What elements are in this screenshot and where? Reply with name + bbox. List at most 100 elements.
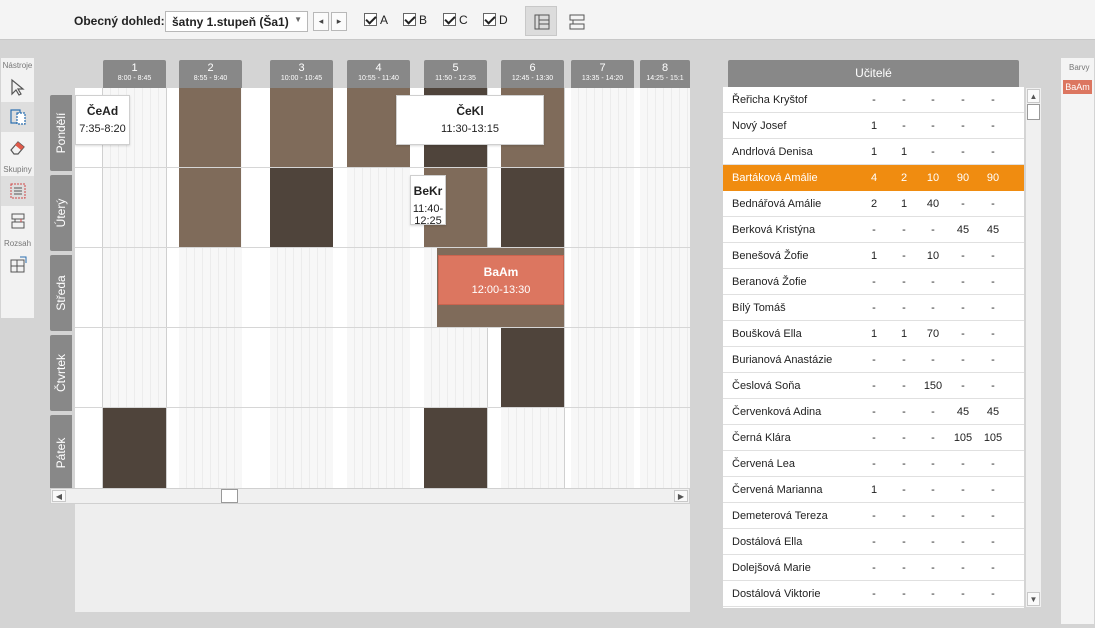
- teacher-value: -: [872, 510, 876, 522]
- teacher-card-selected[interactable]: BaAm 12:00-13:30: [438, 255, 564, 305]
- teachers-list[interactable]: Řeřicha Kryštof - - - - - Nový Josef 1 - - - - Andrl…: [723, 87, 1024, 608]
- period-header-7[interactable]: 7 13:35 - 14:20: [571, 60, 634, 88]
- period-time: 10:55 - 11:40: [358, 75, 399, 82]
- teacher-row[interactable]: Benešová Žofie 1-10- -: [723, 243, 1024, 269]
- teacher-value: -: [961, 328, 965, 340]
- group-select-button[interactable]: [1, 176, 34, 206]
- supervision-block[interactable]: [270, 88, 333, 167]
- day-header-tuesday[interactable]: Úterý: [50, 175, 72, 251]
- period-time: 14:25 - 15:1: [646, 75, 684, 82]
- teacher-name: Burianová Anastázie: [732, 354, 833, 366]
- teacher-value: -: [931, 536, 935, 548]
- chevron-down-icon: ▼: [294, 15, 302, 24]
- period-header-8[interactable]: 8 14:25 - 15:1: [640, 60, 690, 88]
- teacher-row[interactable]: Dolejšová Marie - - - - -: [723, 555, 1024, 581]
- scroll-thumb[interactable]: [1027, 104, 1040, 120]
- period-header-1[interactable]: 1 8:00 - 8:45: [103, 60, 166, 88]
- teacher-value: -: [991, 562, 995, 574]
- teacher-row[interactable]: Česlová Soňa - -150- -: [723, 373, 1024, 399]
- select-tool-button[interactable]: [1, 72, 34, 102]
- range-tool-button[interactable]: [1, 250, 34, 280]
- supervision-block[interactable]: [179, 88, 241, 167]
- timetable: 1 8:00 - 8:45 2 8:55 - 9:40 3 10:00 - 10:45…: [50, 60, 690, 612]
- period-header-6[interactable]: 6 12:45 - 13:30: [501, 60, 564, 88]
- vertical-scrollbar[interactable]: ▲ ▼: [1025, 87, 1042, 608]
- scroll-left-icon[interactable]: ◀: [52, 490, 66, 502]
- supervision-block[interactable]: [501, 328, 564, 407]
- chevron-left-icon: ◂: [318, 16, 324, 26]
- teacher-name: Bednářová Amálie: [732, 198, 822, 210]
- teacher-row[interactable]: Boušková Ella 1 1 70- -: [723, 321, 1024, 347]
- period-time: 11:50 - 12:35: [435, 75, 476, 82]
- supervision-block[interactable]: [179, 168, 241, 247]
- teacher-row[interactable]: Burianová Anastázie - - - - -: [723, 347, 1024, 373]
- teacher-row[interactable]: Bílý Tomáš - - - - -: [723, 295, 1024, 321]
- period-header-2[interactable]: 2 8:55 - 9:40: [179, 60, 242, 88]
- scroll-thumb[interactable]: [221, 489, 238, 503]
- teacher-value: -: [961, 120, 965, 132]
- checkbox-checked-icon: [403, 13, 416, 26]
- teacher-card[interactable]: BeKr 11:40-12:25: [410, 175, 446, 227]
- prev-button[interactable]: ◂: [313, 12, 329, 31]
- period-time: 8:00 - 8:45: [117, 75, 152, 82]
- view-tree-button[interactable]: [560, 6, 592, 36]
- horizontal-scrollbar[interactable]: ◀ ▶: [50, 488, 690, 504]
- teacher-row[interactable]: Červená Lea - - - - -: [723, 451, 1024, 477]
- card-time: 7:35-8:20: [79, 123, 126, 135]
- teacher-card[interactable]: ČeAd 7:35-8:20: [75, 95, 130, 145]
- teacher-value: 10: [926, 172, 940, 184]
- eraser-tool-button[interactable]: [1, 132, 34, 162]
- period-header-3[interactable]: 3 10:00 - 10:45: [270, 60, 333, 88]
- day-header-friday[interactable]: Pátek: [50, 415, 72, 491]
- day-header-monday[interactable]: Pondělí: [50, 95, 72, 171]
- copy-tool-button[interactable]: [1, 102, 34, 132]
- teacher-row[interactable]: Berková Kristýna - - -45 45: [723, 217, 1024, 243]
- teacher-row[interactable]: Bartáková Amálie 4 2 10 90 90: [723, 165, 1024, 191]
- supervision-label: Obecný dohled:: [74, 14, 165, 28]
- teacher-value: -: [931, 406, 935, 418]
- next-button[interactable]: ▸: [331, 12, 347, 31]
- teacher-row[interactable]: Červenková Adina - - -45 45: [723, 399, 1024, 425]
- teacher-row[interactable]: Demeterová Tereza - - - - -: [723, 503, 1024, 529]
- teacher-value: -: [872, 406, 876, 418]
- teacher-value: 1: [870, 484, 878, 496]
- checkbox-c[interactable]: C: [443, 13, 468, 29]
- scroll-right-icon[interactable]: ▶: [674, 490, 688, 502]
- color-swatch[interactable]: BaAm: [1063, 80, 1092, 94]
- teacher-row[interactable]: Andrlová Denisa 1 1- - -: [723, 139, 1024, 165]
- toolbar: Obecný dohled: šatny 1.stupeň (Ša1) ▼ ◂ …: [0, 0, 1095, 40]
- teacher-row[interactable]: Bednářová Amálie 2 1 40- -: [723, 191, 1024, 217]
- teacher-name: Berková Kristýna: [732, 224, 816, 236]
- teacher-value: -: [961, 276, 965, 288]
- checkbox-b[interactable]: B: [403, 13, 427, 29]
- checkbox-a[interactable]: A: [364, 13, 388, 29]
- supervision-select[interactable]: šatny 1.stupeň (Ša1) ▼: [165, 11, 308, 32]
- teacher-value: 1: [870, 120, 878, 132]
- teacher-row[interactable]: Dostálová Ella - - - - -: [723, 529, 1024, 555]
- teacher-card[interactable]: ČeKl 11:30-13:15: [396, 95, 544, 145]
- scroll-down-icon[interactable]: ▼: [1027, 592, 1040, 606]
- supervision-block[interactable]: [424, 408, 487, 488]
- day-header-wednesday[interactable]: Středa: [50, 255, 72, 331]
- teacher-row[interactable]: Řeřicha Kryštof - - - - -: [723, 87, 1024, 113]
- period-header-4[interactable]: 4 10:55 - 11:40: [347, 60, 410, 88]
- day-header-thursday[interactable]: Čtvrtek: [50, 335, 72, 411]
- teacher-row[interactable]: Černá Klára - - -105 105: [723, 425, 1024, 451]
- teacher-row[interactable]: Červená Marianna 1- - - -: [723, 477, 1024, 503]
- teacher-value: -: [961, 380, 965, 392]
- teacher-row[interactable]: Nový Josef 1- - - -: [723, 113, 1024, 139]
- teacher-row[interactable]: Beranová Žofie - - - - -: [723, 269, 1024, 295]
- period-time: 10:00 - 10:45: [280, 75, 323, 82]
- teacher-row[interactable]: Dostálová Viktorie - - - - -: [723, 581, 1024, 607]
- group-edit-button[interactable]: [1, 206, 34, 236]
- supervision-block[interactable]: [501, 168, 564, 247]
- timetable-grid[interactable]: ČeAd 7:35-8:20 ČeKl 11:30-13:15 BeKr 11:…: [75, 88, 690, 488]
- scroll-up-icon[interactable]: ▲: [1027, 89, 1040, 103]
- supervision-block[interactable]: [270, 168, 333, 247]
- checkbox-d[interactable]: D: [483, 13, 508, 29]
- view-list-button[interactable]: [525, 6, 557, 36]
- teacher-value: 2: [870, 198, 878, 210]
- teacher-value: 45: [956, 406, 970, 418]
- supervision-block[interactable]: [103, 408, 166, 488]
- period-header-5[interactable]: 5 11:50 - 12:35: [424, 60, 487, 88]
